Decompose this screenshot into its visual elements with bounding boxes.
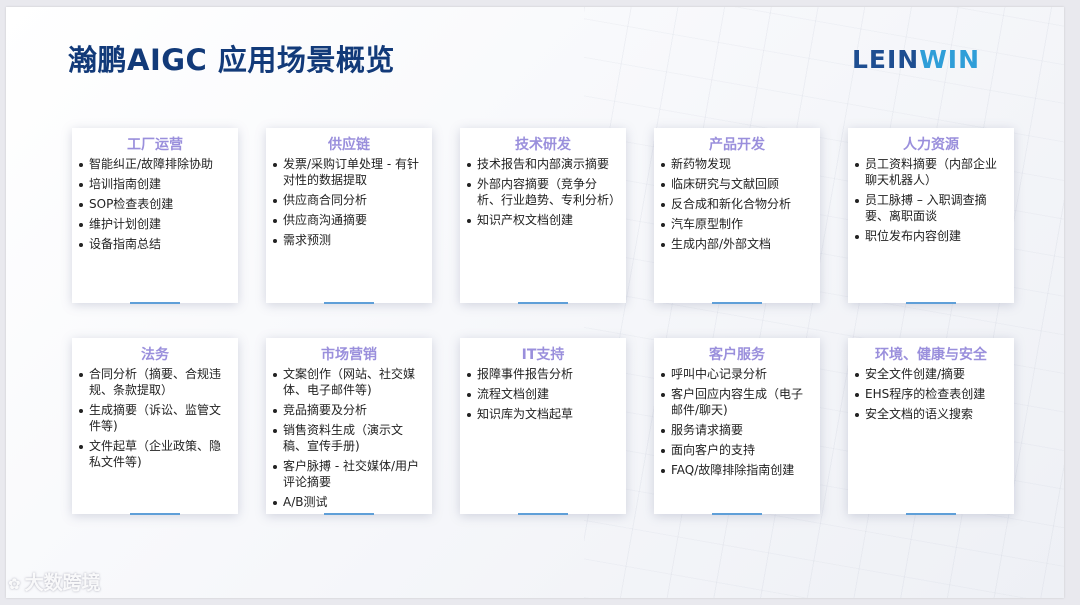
list-item: 维护计划创建 xyxy=(78,216,232,232)
list-item: 知识产权文档创建 xyxy=(466,212,620,228)
list-item: 外部内容摘要（竞争分析、行业趋势、专利分析） xyxy=(466,176,621,208)
card-title: 产品开发 xyxy=(709,137,765,153)
card-title: 法务 xyxy=(141,347,169,363)
list-item: FAQ/故障排除指南创建 xyxy=(660,462,814,478)
watermark-text: 大数跨境 xyxy=(24,572,101,594)
watermark: ✿ 大数跨境 xyxy=(8,568,101,595)
list-item: 合同分析（摘要、合规违规、条款提取） xyxy=(78,366,232,398)
card-accent-line xyxy=(712,302,762,304)
list-item: 销售资料生成（演示文稿、宣传手册) xyxy=(272,422,426,454)
list-item: 流程文档创建 xyxy=(466,386,620,402)
list-item: 生成内部/外部文档 xyxy=(660,236,814,252)
card-marketing: 市场营销 文案创作（网站、社交媒体、电子邮件等) 竞品摘要及分析 销售资料生成（… xyxy=(266,338,432,515)
list-item: EHS程序的检查表创建 xyxy=(854,386,1008,402)
list-item: 竞品摘要及分析 xyxy=(272,402,426,418)
list-item: 新药物发现 xyxy=(660,156,814,172)
card-item-list: 员工资料摘要（内部企业聊天机器人） 员工脉搏 – 入职调查摘要、离职面谈 职位发… xyxy=(848,156,1014,244)
list-item: 需求预测 xyxy=(272,232,426,248)
list-item: 汽车原型制作 xyxy=(660,216,814,232)
card-accent-line xyxy=(324,513,374,515)
logo-part-lein: LEIN xyxy=(852,45,920,74)
card-customer-service: 客户服务 呼叫中心记录分析 客户回应内容生成（电子邮件/聊天) 服务请求摘要 面… xyxy=(654,338,820,515)
list-item: 供应商沟通摘要 xyxy=(272,212,426,228)
card-item-list: 技术报告和内部演示摘要 外部内容摘要（竞争分析、行业趋势、专利分析） 知识产权文… xyxy=(460,156,626,228)
card-item-list: 新药物发现 临床研究与文献回顾 反合成和新化合物分析 汽车原型制作 生成内部/外… xyxy=(654,156,820,252)
card-human-resources: 人力资源 员工资料摘要（内部企业聊天机器人） 员工脉搏 – 入职调查摘要、离职面… xyxy=(848,128,1014,304)
card-item-list: 智能纠正/故障排除协助 培训指南创建 SOP检查表创建 维护计划创建 设备指南总… xyxy=(72,156,238,252)
list-item: 报障事件报告分析 xyxy=(466,366,620,382)
list-item: 培训指南创建 xyxy=(78,176,232,192)
list-item: 服务请求摘要 xyxy=(660,422,814,438)
card-ehs: 环境、健康与安全 安全文件创建/摘要 EHS程序的检查表创建 安全文档的语义搜索 xyxy=(848,338,1014,515)
list-item: 客户脉搏 - 社交媒体/用户评论摘要 xyxy=(272,458,426,490)
card-accent-line xyxy=(518,302,568,304)
card-accent-line xyxy=(324,302,374,304)
card-title: 客户服务 xyxy=(709,347,765,363)
list-item: 智能纠正/故障排除协助 xyxy=(78,156,232,172)
card-accent-line xyxy=(906,302,956,304)
list-item: 知识库为文档起草 xyxy=(466,406,620,422)
logo-part-win: WIN xyxy=(919,45,981,74)
card-item-list: 文案创作（网站、社交媒体、电子邮件等) 竞品摘要及分析 销售资料生成（演示文稿、… xyxy=(266,366,432,510)
list-item: 职位发布内容创建 xyxy=(854,228,1008,244)
list-item: 面向客户的支持 xyxy=(660,442,814,458)
card-title: 供应链 xyxy=(328,137,370,153)
list-item: 发票/采购订单处理 - 有针对性的数据提取 xyxy=(272,156,426,188)
card-tech-rd: 技术研发 技术报告和内部演示摘要 外部内容摘要（竞争分析、行业趋势、专利分析） … xyxy=(460,128,626,304)
company-logo: LEINWIN xyxy=(852,45,1012,75)
card-item-list: 合同分析（摘要、合规违规、条款提取） 生成摘要（诉讼、监管文件等) 文件起草（企… xyxy=(72,366,238,470)
card-accent-line xyxy=(712,513,762,515)
card-accent-line xyxy=(518,513,568,515)
list-item: 设备指南总结 xyxy=(78,236,232,252)
card-legal: 法务 合同分析（摘要、合规违规、条款提取） 生成摘要（诉讼、监管文件等) 文件起… xyxy=(72,338,238,515)
list-item: 临床研究与文献回顾 xyxy=(660,176,814,192)
card-product-development: 产品开发 新药物发现 临床研究与文献回顾 反合成和新化合物分析 汽车原型制作 生… xyxy=(654,128,820,304)
card-supply-chain: 供应链 发票/采购订单处理 - 有针对性的数据提取 供应商合同分析 供应商沟通摘… xyxy=(266,128,432,304)
card-item-list: 发票/采购订单处理 - 有针对性的数据提取 供应商合同分析 供应商沟通摘要 需求… xyxy=(266,156,432,248)
card-item-list: 呼叫中心记录分析 客户回应内容生成（电子邮件/聊天) 服务请求摘要 面向客户的支… xyxy=(654,366,820,478)
list-item: 供应商合同分析 xyxy=(272,192,426,208)
card-item-list: 报障事件报告分析 流程文档创建 知识库为文档起草 xyxy=(460,366,626,422)
card-title: IT支持 xyxy=(521,347,565,363)
list-item: 员工资料摘要（内部企业聊天机器人） xyxy=(854,156,1008,188)
list-item: 生成摘要（诉讼、监管文件等) xyxy=(78,402,232,434)
card-factory-operations: 工厂运营 智能纠正/故障排除协助 培训指南创建 SOP检查表创建 维护计划创建 … xyxy=(72,128,238,304)
list-item: 文案创作（网站、社交媒体、电子邮件等) xyxy=(272,366,426,398)
list-item: SOP检查表创建 xyxy=(78,196,232,212)
card-title: 人力资源 xyxy=(903,137,959,153)
card-title: 工厂运营 xyxy=(127,137,183,153)
card-accent-line xyxy=(130,513,180,515)
card-item-list: 安全文件创建/摘要 EHS程序的检查表创建 安全文档的语义搜索 xyxy=(848,366,1014,422)
list-item: 安全文档的语义搜索 xyxy=(854,406,1008,422)
card-it-support: IT支持 报障事件报告分析 流程文档创建 知识库为文档起草 xyxy=(460,338,626,515)
card-accent-line xyxy=(906,513,956,515)
card-title: 环境、健康与安全 xyxy=(875,347,987,363)
list-item: 反合成和新化合物分析 xyxy=(660,196,814,212)
list-item: 技术报告和内部演示摘要 xyxy=(466,156,620,172)
card-title: 市场营销 xyxy=(321,347,377,363)
list-item: 文件起草（企业政策、隐私文件等) xyxy=(78,438,232,470)
list-item: 呼叫中心记录分析 xyxy=(660,366,814,382)
list-item: 客户回应内容生成（电子邮件/聊天) xyxy=(660,386,814,418)
page-title: 瀚鹏AIGC 应用场景概览 xyxy=(68,43,395,77)
card-accent-line xyxy=(130,302,180,304)
slide: 瀚鹏AIGC 应用场景概览 LEINWIN 工厂运营 智能纠正/故障排除协助 培… xyxy=(6,7,1064,598)
list-item: 安全文件创建/摘要 xyxy=(854,366,1008,382)
card-title: 技术研发 xyxy=(515,137,571,153)
paw-icon: ✿ xyxy=(8,575,21,593)
list-item: 员工脉搏 – 入职调查摘要、离职面谈 xyxy=(854,192,1008,224)
list-item: A/B测试 xyxy=(272,494,426,510)
